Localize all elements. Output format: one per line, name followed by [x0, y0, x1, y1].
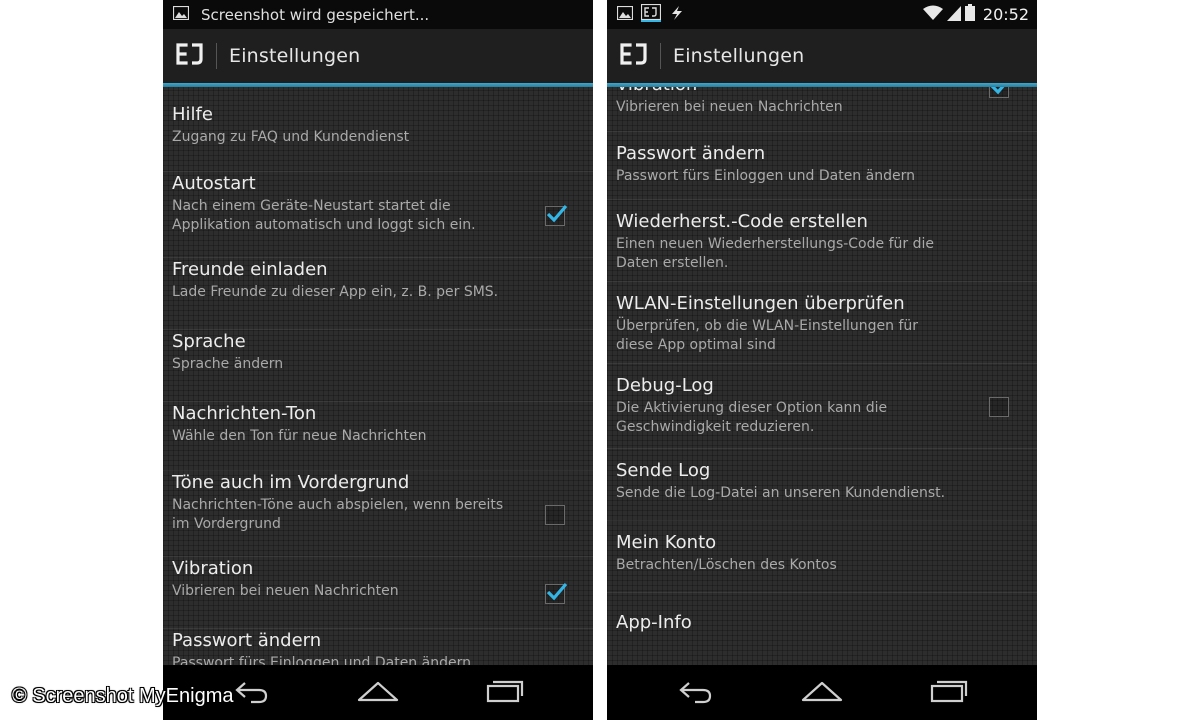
item-title: App-Info: [616, 612, 692, 633]
item-title: WLAN-Einstellungen überprüfen: [616, 293, 905, 314]
item-title: Vibration: [616, 87, 957, 97]
settings-item-vibration[interactable]: Vibration Vibrieren bei neuen Nachrichte…: [163, 557, 593, 629]
settings-item-passwort-aendern[interactable]: Passwort ändern Passwort fürs Einloggen …: [607, 132, 1037, 200]
settings-list[interactable]: Vibration Vibrieren bei neuen Nachrichte…: [607, 87, 1037, 665]
wifi-icon: [922, 5, 943, 25]
settings-item-mein-konto[interactable]: Mein Konto Betrachten/Löschen des Kontos: [607, 521, 1037, 593]
status-notification-text: Screenshot wird gespeichert...: [201, 5, 430, 24]
item-title: Mein Konto: [616, 532, 717, 553]
item-title: Nachrichten-Ton: [172, 403, 317, 424]
settings-item-autostart[interactable]: Autostart Nach einem Geräte-Neustart sta…: [163, 172, 593, 258]
settings-item-wiederherst-code[interactable]: Wiederherst.-Code erstellen Einen neuen …: [607, 200, 1037, 282]
item-summary: Vibrieren bei neuen Nachrichten: [172, 583, 399, 599]
check-icon: [546, 582, 568, 600]
item-summary: Zugang zu FAQ und Kundendienst: [172, 129, 410, 145]
item-title: Debug-Log: [616, 375, 714, 396]
settings-list[interactable]: Hilfe Zugang zu FAQ und Kundendienst Aut…: [163, 87, 593, 665]
item-title: Passwort ändern: [616, 143, 766, 164]
vibration-checkbox[interactable]: [545, 582, 568, 604]
back-icon[interactable]: [231, 679, 271, 709]
item-title: Freunde einladen: [172, 259, 328, 280]
item-summary: Passwort fürs Einloggen und Daten ändern: [616, 168, 915, 184]
item-title: Sende Log: [616, 460, 711, 481]
action-bar-divider: [216, 43, 217, 69]
item-summary: Die Aktivierung dieser Option kann die G…: [616, 400, 888, 435]
image-icon: [172, 5, 190, 24]
page-title: Einstellungen: [673, 45, 805, 67]
item-title: Autostart: [172, 173, 256, 194]
check-icon: [990, 87, 1005, 95]
action-bar: Einstellungen: [607, 29, 1037, 87]
item-summary: Lade Freunde zu dieser App ein, z. B. pe…: [172, 284, 499, 300]
status-time: 20:52: [982, 5, 1029, 24]
action-bar: Einstellungen: [163, 29, 593, 87]
page-title: Einstellungen: [229, 45, 361, 67]
battery-icon: [964, 4, 975, 25]
settings-item-nachrichten-ton[interactable]: Nachrichten-Ton Wähle den Ton für neue N…: [163, 402, 593, 471]
settings-item-passwort-aendern[interactable]: Passwort ändern Passwort fürs Einloggen …: [163, 629, 593, 665]
item-title: Vibration: [172, 558, 254, 579]
navigation-bar: [607, 665, 1037, 720]
copyright-watermark: © Screenshot MyEnigma: [12, 685, 234, 707]
item-title: Töne auch im Vordergrund: [172, 472, 410, 493]
item-summary: Betrachten/Löschen des Kontos: [616, 557, 837, 573]
item-title: Wiederherst.-Code erstellen: [616, 211, 868, 232]
back-icon[interactable]: [675, 679, 715, 709]
item-summary: Sprache ändern: [172, 356, 284, 372]
home-icon[interactable]: [800, 679, 844, 707]
settings-item-wlan-einstellungen[interactable]: WLAN-Einstellungen überprüfen Überprüfen…: [607, 282, 1037, 364]
settings-item-sende-log[interactable]: Sende Log Sende die Log-Datei an unseren…: [607, 449, 1037, 521]
settings-item-sprache[interactable]: Sprache Sprache ändern: [163, 330, 593, 402]
phone-screen-right: 20:52 Einstellungen Vibration Vibrieren …: [607, 0, 1037, 720]
item-summary: Nach einem Geräte-Neustart startet die A…: [172, 198, 476, 233]
recents-icon[interactable]: [485, 679, 525, 707]
item-summary: Sende die Log-Datei an unseren Kundendie…: [616, 485, 946, 501]
item-summary: Einen neuen Wiederherstellungs-Code für …: [616, 236, 934, 271]
debug-log-checkbox[interactable]: [989, 397, 1009, 417]
item-summary: Passwort fürs Einloggen und Daten ändern: [172, 655, 471, 665]
status-bar: 20:52: [607, 0, 1037, 29]
app-logo-icon[interactable]: [175, 43, 205, 69]
settings-item-app-info[interactable]: App-Info: [607, 593, 1037, 659]
item-title: Passwort ändern: [172, 630, 322, 651]
settings-item-debug-log[interactable]: Debug-Log Die Aktivierung dieser Option …: [607, 364, 1037, 449]
image-icon: [616, 5, 634, 24]
item-summary: Wähle den Ton für neue Nachrichten: [172, 428, 427, 444]
settings-item-freunde-einladen[interactable]: Freunde einladen Lade Freunde zu dieser …: [163, 258, 593, 330]
autostart-checkbox[interactable]: [545, 204, 568, 226]
flash-icon: [669, 5, 685, 25]
home-icon[interactable]: [356, 679, 400, 707]
item-summary: Nachrichten-Töne auch abspielen, wenn be…: [172, 497, 504, 532]
toene-vordergrund-checkbox[interactable]: [545, 504, 565, 525]
item-summary: Vibrieren bei neuen Nachrichten: [616, 99, 843, 115]
item-title: Hilfe: [172, 104, 213, 125]
app-logo-icon[interactable]: [619, 43, 649, 69]
item-title: Sprache: [172, 331, 246, 352]
phone-screen-left: Screenshot wird gespeichert... Einstellu…: [163, 0, 593, 720]
settings-item-vibration[interactable]: Vibration Vibrieren bei neuen Nachrichte…: [607, 87, 1037, 132]
check-icon: [546, 204, 568, 222]
item-summary: Überprüfen, ob die WLAN-Einstellungen fü…: [616, 318, 919, 353]
signal-icon: [946, 5, 961, 25]
action-bar-divider: [660, 43, 661, 69]
app-notification-icon: [640, 3, 662, 26]
recents-icon[interactable]: [929, 679, 969, 707]
vibration-checkbox[interactable]: [989, 87, 1009, 98]
settings-item-hilfe[interactable]: Hilfe Zugang zu FAQ und Kundendienst: [163, 103, 593, 172]
settings-item-toene-vordergrund[interactable]: Töne auch im Vordergrund Nachrichten-Tön…: [163, 471, 593, 557]
status-bar: Screenshot wird gespeichert...: [163, 0, 593, 29]
